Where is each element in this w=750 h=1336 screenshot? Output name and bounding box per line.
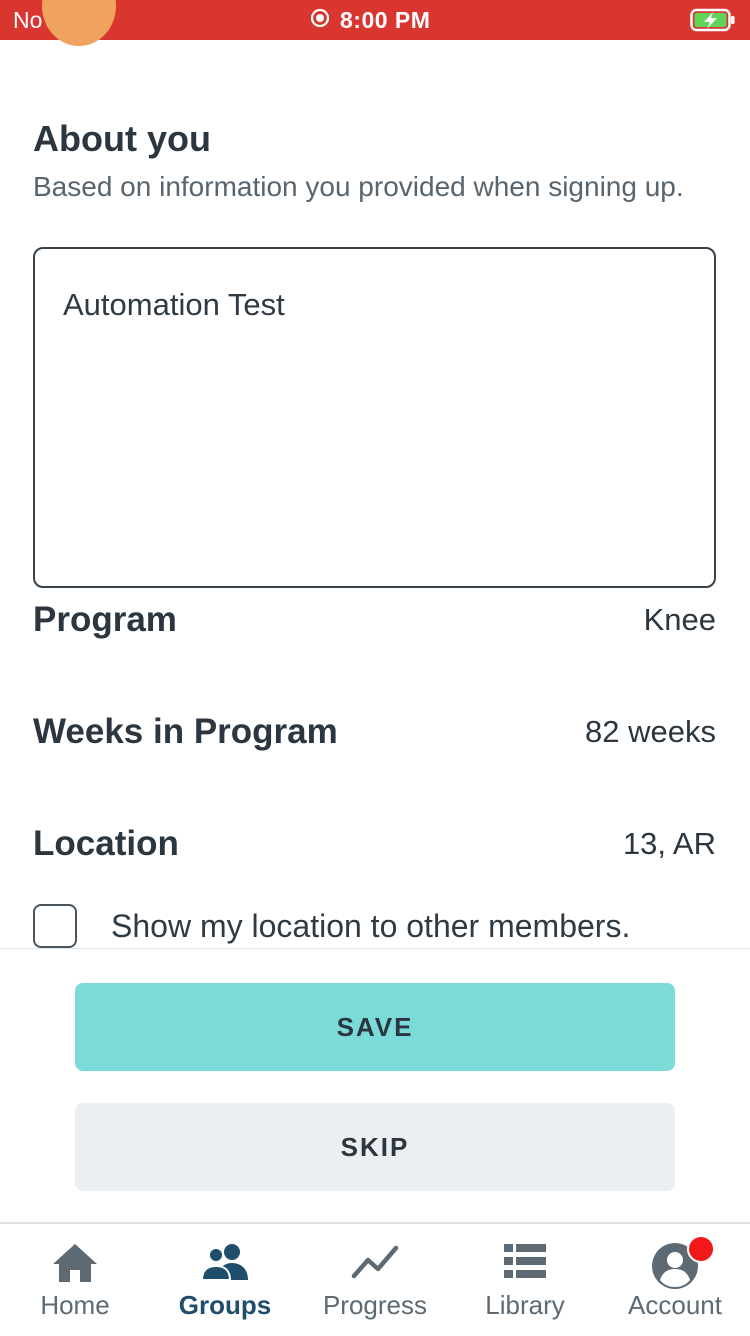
tab-groups[interactable]: Groups — [150, 1224, 300, 1336]
program-label: Program — [33, 600, 177, 639]
tab-account[interactable]: Account — [600, 1224, 750, 1336]
location-label: Location — [33, 824, 179, 863]
save-button[interactable]: SAVE — [75, 983, 675, 1071]
status-time: 8:00 PM — [340, 6, 431, 33]
tab-progress-label: Progress — [322, 1290, 428, 1320]
program-row: Program Knee — [33, 596, 716, 644]
skip-button[interactable]: SKIP — [75, 1103, 675, 1191]
weeks-value: 82 weeks — [585, 714, 716, 749]
status-center: 8:00 PM — [310, 6, 430, 34]
progress-icon — [351, 1242, 399, 1287]
show-location-checkbox[interactable] — [33, 904, 77, 948]
tab-home[interactable]: Home — [0, 1224, 150, 1336]
weeks-label: Weeks in Program — [33, 712, 338, 751]
home-icon — [51, 1242, 99, 1289]
weeks-row: Weeks in Program 82 weeks — [33, 708, 716, 756]
show-location-label[interactable]: Show my location to other members. — [111, 908, 630, 945]
show-location-option: Show my location to other members. — [33, 902, 630, 950]
tab-home-label: Home — [40, 1290, 110, 1320]
about-subtitle: Based on information you provided when s… — [33, 171, 684, 202]
library-icon — [503, 1242, 547, 1285]
tab-progress[interactable]: Progress — [300, 1224, 450, 1336]
tab-bar: Home Groups Progress Library Account — [0, 1222, 750, 1336]
location-row: Location 13, AR — [33, 820, 716, 868]
about-title: About you — [33, 118, 211, 159]
location-value: 13, AR — [622, 826, 716, 861]
battery-charging-icon — [690, 8, 736, 37]
about-bio-text: Automation Test — [63, 287, 285, 322]
account-notification-badge — [687, 1235, 715, 1263]
groups-icon — [200, 1242, 250, 1287]
tab-groups-label: Groups — [178, 1290, 272, 1320]
tab-library[interactable]: Library — [450, 1224, 600, 1336]
tab-library-label: Library — [485, 1290, 565, 1320]
tab-account-label: Account — [628, 1290, 722, 1320]
about-bio-textarea[interactable]: Automation Test — [33, 247, 716, 588]
program-value: Knee — [643, 602, 716, 637]
location-services-icon — [310, 8, 330, 33]
action-panel: SAVE SKIP — [0, 948, 750, 1223]
